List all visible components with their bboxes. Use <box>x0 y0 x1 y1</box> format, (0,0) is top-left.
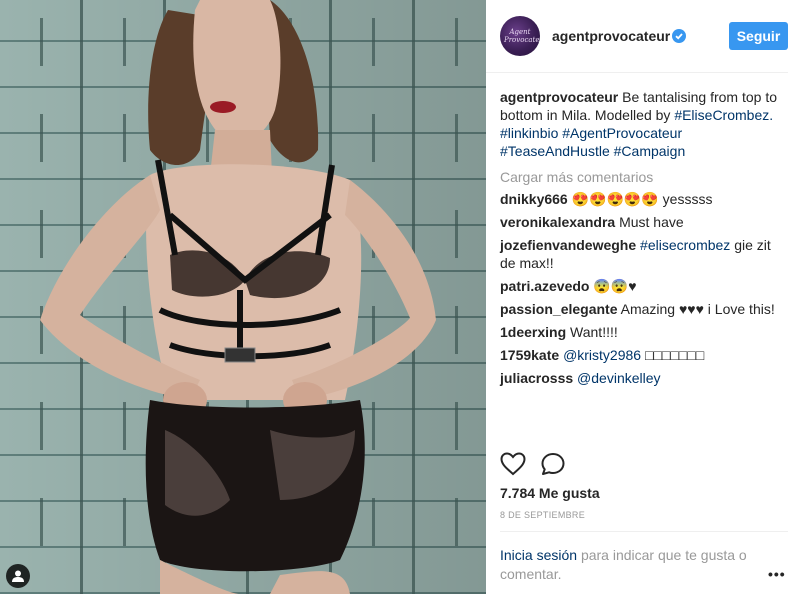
caption-mention[interactable]: #EliseCrombez. <box>674 107 773 123</box>
follow-button[interactable]: Seguir <box>729 22 788 50</box>
comment: 1759kate @kristy2986 □□□□□□□ <box>500 346 780 364</box>
comment-mention[interactable]: @devinkelley <box>577 370 660 386</box>
comment-username[interactable]: patri.azevedo <box>500 278 589 294</box>
comment-text: □□□□□□□ <box>644 347 705 363</box>
comment-text: Must have <box>619 214 684 230</box>
comment-username[interactable]: passion_elegante <box>500 301 618 317</box>
comment: veronikalexandra Must have <box>500 213 780 231</box>
comment: patri.azevedo 😨😨♥ <box>500 277 780 295</box>
caption-tag[interactable]: #TeaseAndHustle <box>500 143 610 159</box>
comment-username[interactable]: dnikky666 <box>500 191 568 207</box>
author-username[interactable]: agentprovocateur <box>552 28 670 44</box>
comment-username[interactable]: 1759kate <box>500 347 559 363</box>
caption: agentprovocateur Be tantalising from top… <box>500 88 780 160</box>
comment-text: 😍😍😍😍😍 yesssss <box>571 191 713 207</box>
load-more-comments[interactable]: Cargar más comentarios <box>500 168 780 186</box>
avatar-logo-text: Agent Provocateur <box>504 28 540 44</box>
comment: passion_elegante Amazing ♥♥♥ i Love this… <box>500 300 780 318</box>
post-actions <box>500 450 780 480</box>
comments-list: agentprovocateur Be tantalising from top… <box>500 88 780 392</box>
divider <box>500 531 788 532</box>
heart-icon[interactable] <box>500 452 526 476</box>
comment-username[interactable]: juliacrosss <box>500 370 573 386</box>
caption-username[interactable]: agentprovocateur <box>500 89 618 105</box>
post-photo[interactable] <box>0 0 486 594</box>
verified-badge-icon <box>672 29 686 43</box>
likes-count[interactable]: 7.784 Me gusta <box>500 485 600 501</box>
comment-mention[interactable]: #elisecrombez <box>640 237 730 253</box>
post-date[interactable]: 8 DE SEPTIEMBRE <box>500 510 585 520</box>
login-link[interactable]: Inicia sesión <box>500 547 577 563</box>
comment-mention[interactable]: @kristy2986 <box>563 347 641 363</box>
comment-username[interactable]: jozefienvandeweghe <box>500 237 636 253</box>
comment-text: Want!!!! <box>570 324 618 340</box>
comment-text: 😨😨♥ <box>593 278 637 294</box>
user-tag-icon[interactable] <box>6 564 30 588</box>
comment: jozefienvandeweghe #elisecrombez gie zit… <box>500 236 780 272</box>
login-prompt: Inicia sesión para indicar que te gusta … <box>500 546 770 584</box>
comment: 1deerxing Want!!!! <box>500 323 780 341</box>
comment: dnikky666 😍😍😍😍😍 yesssss <box>500 190 780 208</box>
more-options-button[interactable]: ••• <box>768 566 786 582</box>
post-header: Agent Provocateur agentprovocateur Segui… <box>486 0 788 73</box>
post-panel: Agent Provocateur agentprovocateur Segui… <box>486 0 788 594</box>
avatar[interactable]: Agent Provocateur <box>500 16 540 56</box>
comment: juliacrosss @devinkelley <box>500 369 780 387</box>
comment-text: Amazing ♥♥♥ i Love this! <box>620 301 775 317</box>
model-figure <box>40 0 436 594</box>
caption-tag[interactable]: #Campaign <box>614 143 686 159</box>
comment-username[interactable]: 1deerxing <box>500 324 566 340</box>
comment-bubble-icon[interactable] <box>540 452 566 476</box>
caption-tag[interactable]: #AgentProvocateur <box>562 125 682 141</box>
caption-tag[interactable]: #linkinbio <box>500 125 558 141</box>
comment-username[interactable]: veronikalexandra <box>500 214 615 230</box>
